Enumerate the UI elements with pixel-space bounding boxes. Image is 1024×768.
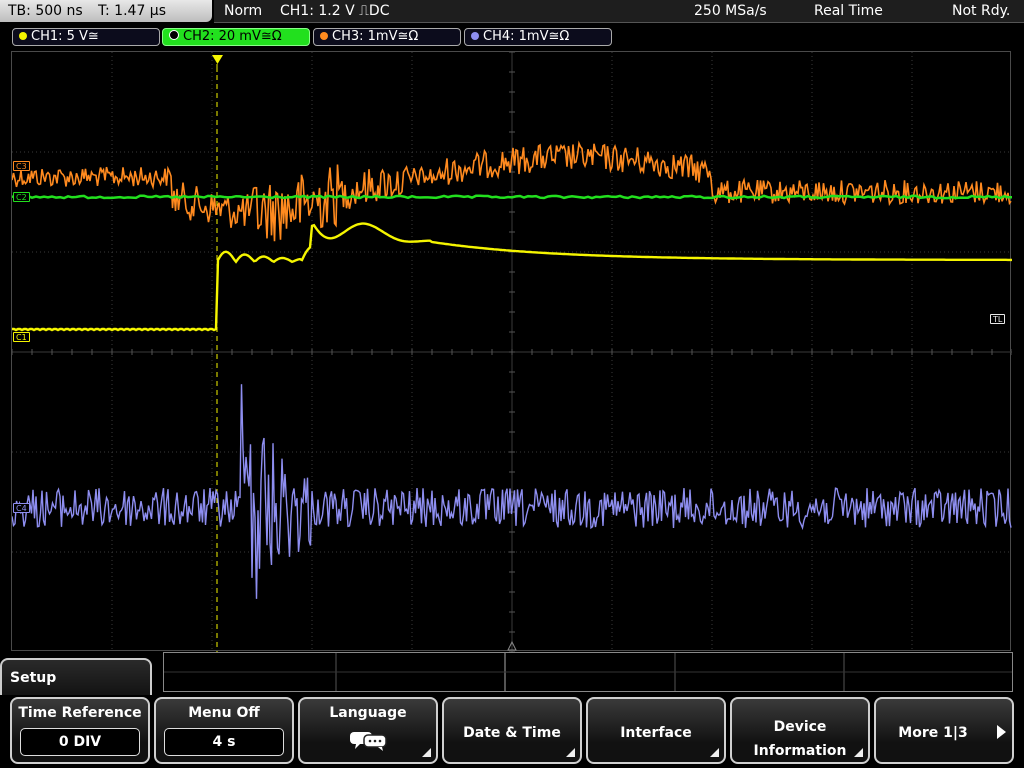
ch2-waveform <box>12 194 1012 200</box>
channel-label: CH2: 20 mV≅Ω <box>183 29 282 44</box>
softkey-label-line2: Information <box>753 743 847 759</box>
language-softkey[interactable]: Language <box>298 697 438 764</box>
zoom-overview-strip[interactable] <box>163 652 1013 692</box>
channel-tab-ch1[interactable]: CH1: 5 V≅ <box>12 28 160 46</box>
waveform-canvas <box>12 52 1012 652</box>
softkey-label: Menu Off <box>188 705 260 721</box>
acquisition-status-strip: Norm CH1: 1.2 V ⎍DC 250 MSa/s Real Time … <box>214 0 1024 23</box>
device-information-softkey[interactable]: Device Information <box>730 697 870 764</box>
trigger-setting[interactable]: CH1: 1.2 V ⎍DC <box>280 0 389 22</box>
top-status-bar: TB: 500 ns T: 1.47 µs Norm CH1: 1.2 V ⎍D… <box>0 0 1024 26</box>
channel-tab-ch4[interactable]: CH4: 1mV≅Ω <box>464 28 612 46</box>
ch4-dot-icon <box>471 32 479 40</box>
next-page-arrow-icon <box>997 725 1006 739</box>
submenu-corner-icon <box>422 748 431 757</box>
setup-menu-title: Setup <box>0 658 152 698</box>
time-reference-value: 0 DIV <box>20 728 140 756</box>
interface-softkey[interactable]: Interface <box>586 697 726 764</box>
more-softkey[interactable]: More 1|3 <box>874 697 1014 764</box>
submenu-corner-icon <box>710 748 719 757</box>
trigger-time-readout: T: 1.47 µs <box>98 3 167 19</box>
ch2-offset-marker[interactable]: C2 <box>13 192 30 202</box>
softkey-label-line1: Device <box>773 719 827 735</box>
ch4-offset-marker[interactable]: C4 <box>13 503 30 513</box>
softkey-label: Time Reference <box>18 705 142 721</box>
channel-tab-row: CH1: 5 V≅ CH2: 20 mV≅Ω CH3: 1mV≅Ω CH4: 1… <box>0 26 1024 48</box>
softkey-label: Device Information <box>732 715 868 763</box>
graticule-grid <box>12 52 1012 652</box>
trigger-mode[interactable]: Norm <box>224 0 262 22</box>
date-time-softkey[interactable]: Date & Time <box>442 697 582 764</box>
channel-label: CH4: 1mV≅Ω <box>483 29 570 44</box>
ch1-offset-marker[interactable]: C1 <box>13 332 30 342</box>
menu-off-value: 4 s <box>164 728 284 756</box>
ch3-dot-icon <box>320 32 328 40</box>
submenu-corner-icon <box>854 748 863 757</box>
ch1-dot-icon <box>19 32 27 40</box>
channel-tab-ch3[interactable]: CH3: 1mV≅Ω <box>313 28 461 46</box>
channel-label: CH3: 1mV≅Ω <box>332 29 419 44</box>
channel-label: CH1: 5 V≅ <box>31 29 99 44</box>
timebase-box[interactable]: TB: 500 ns T: 1.47 µs <box>0 0 212 22</box>
menu-off-softkey[interactable]: Menu Off 4 s <box>154 697 294 764</box>
ch2-dot-icon <box>169 30 179 40</box>
acquisition-mode: Real Time <box>814 3 883 19</box>
time-reference-softkey[interactable]: Time Reference 0 DIV <box>10 697 150 764</box>
submenu-corner-icon <box>566 748 575 757</box>
sample-rate: 250 MSa/s <box>694 3 767 19</box>
waveform-display[interactable]: C3 C2 C1 C4 TL <box>11 51 1012 652</box>
trigger-level-marker[interactable]: TL <box>990 314 1006 324</box>
run-status: Not Rdy. <box>952 3 1011 19</box>
softkey-label: Interface <box>620 725 692 741</box>
zoom-strip-grid <box>164 653 1012 691</box>
softkey-label: More 1|3 <box>898 725 968 741</box>
softkey-label: Language <box>329 705 407 721</box>
timebase-readout: TB: 500 ns <box>8 3 83 19</box>
channel-tab-ch2[interactable]: CH2: 20 mV≅Ω <box>162 28 310 46</box>
softkey-bar: Time Reference 0 DIV Menu Off 4 s Langua… <box>0 695 1024 768</box>
softkey-label: Date & Time <box>463 725 561 741</box>
speech-bubbles-icon <box>350 732 387 751</box>
ch3-offset-marker[interactable]: C3 <box>13 161 30 171</box>
